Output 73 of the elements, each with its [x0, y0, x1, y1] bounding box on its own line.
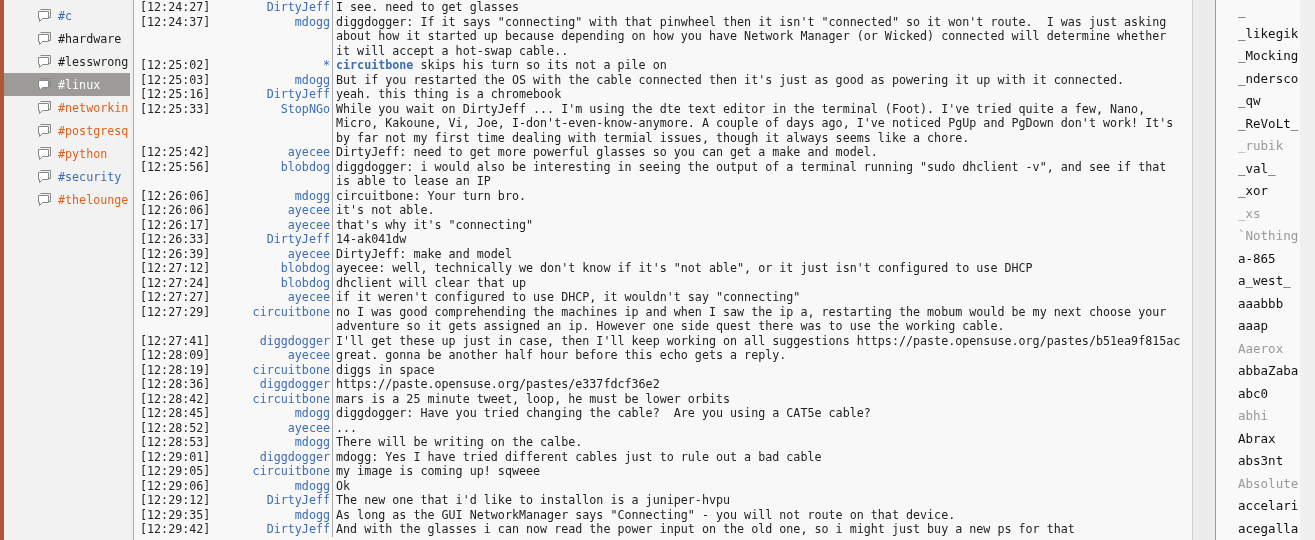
chat-message: 14-ak041dw — [335, 232, 408, 247]
chat-message: my image is coming up! sqweee — [335, 464, 542, 479]
chat-message: I see. need to get glasses — [335, 0, 520, 15]
chat-message: mdogg: Yes I have tried different cables just to rule out a bad cable — [335, 449, 823, 464]
channel-item[interactable]: #hardware — [4, 27, 130, 50]
user-name[interactable]: _ndersco — [1216, 67, 1300, 90]
user-name[interactable]: _likegik — [1216, 22, 1300, 45]
channel-item[interactable]: #python — [4, 142, 130, 165]
chat-bubble-icon — [37, 192, 52, 207]
user-name[interactable]: _val_ — [1216, 157, 1300, 180]
chat-bubble-icon — [37, 54, 52, 69]
chat-message: dhclient will clear that up — [335, 275, 527, 290]
user-name[interactable]: _ — [1216, 0, 1300, 23]
chat-message: DirtyJeff: need to get more powerful glasses so you can get a make and model. — [335, 145, 879, 160]
user-name[interactable]: aaabbb — [1216, 292, 1300, 315]
chat-message: ... — [335, 420, 359, 435]
user-name[interactable]: Absolute — [1216, 472, 1300, 495]
user-name[interactable]: acegalla — [1216, 517, 1300, 540]
channel-item[interactable]: #lesswrong — [4, 50, 130, 73]
user-name[interactable]: abbaZaba — [1216, 360, 1300, 383]
chat-message: mars is a 25 minute tweet, loop, he must be lower orbits — [335, 391, 732, 406]
chat-message: great. gonna be another half hour before this echo gets a reply. — [335, 348, 788, 363]
channel-item[interactable]: #c — [4, 4, 130, 27]
chat-message: diggs in space — [335, 362, 436, 377]
chat-bubble-icon — [37, 8, 52, 23]
chat-message: circuitbone: Your turn bro. — [335, 188, 527, 203]
chat-message: While you wait on DirtyJeff ... I'm using the dte text editor in the terminal (Foot). I've tried quite a few, Nano, Micro, Kakoune, Vi, Joe, I-don't-even-know-anymore. A couple of days ago, I've noticed PgUp and PgDown don't work! It's by far not my first time dealing with termial issues, though it always seems like a chore. — [335, 101, 1175, 145]
channel-item[interactable]: #linux — [4, 73, 130, 96]
user-name[interactable]: Abrax — [1216, 427, 1300, 450]
user-name[interactable]: a_west_ — [1216, 270, 1300, 293]
chat-message: it's not able. — [335, 203, 436, 218]
chat-message: diggdogger: If it says "connecting" with that pinwheel then it isn't "connected" so it won't route. I was just asking about how it started up because depending on how you have Network Manager (or Wicked) connected will determine whether it will accept a hot-swap cable.. — [335, 14, 1168, 58]
user-name[interactable]: _rubik — [1216, 135, 1300, 158]
chat-message: DirtyJeff: make and model — [335, 246, 513, 261]
chat-bubble-icon — [37, 123, 52, 138]
chat-bubble-icon — [37, 31, 52, 46]
user-name[interactable]: abs3nt — [1216, 450, 1300, 473]
user-name[interactable]: abc0 — [1216, 382, 1300, 405]
user-name[interactable]: accelari — [1216, 495, 1300, 518]
chat-message: yeah. this thing is a chromebook — [335, 87, 563, 102]
action-message: circuitbone skips his turn so its not a pile on — [335, 58, 668, 73]
user-name[interactable]: _qw — [1216, 90, 1300, 113]
user-name[interactable]: _xor — [1216, 180, 1300, 203]
chat-bubble-icon — [37, 100, 52, 115]
user-name[interactable]: _ReVoLt_ — [1216, 112, 1300, 135]
chat-message: diggdogger: Have you tried changing the cable? Are you using a CAT5e cable? — [335, 406, 872, 421]
user-name[interactable]: Aaerox — [1216, 337, 1300, 360]
chat-bubble-icon — [37, 169, 52, 184]
chat-message: Ok — [335, 478, 352, 493]
chat-message: There will be writing on the calbe. — [335, 435, 584, 450]
user-name[interactable]: a-865 — [1216, 247, 1300, 270]
chat-bubble-icon — [37, 146, 52, 161]
chat-message: ayecee: well, technically we don't know if it's "not able", or it just isn't configured to use DHCP — [335, 261, 1034, 276]
user-name[interactable]: abhi — [1216, 405, 1300, 428]
user-name[interactable]: `Nothing — [1216, 225, 1300, 248]
chat-bubble-icon — [37, 77, 52, 92]
channel-item[interactable]: #thelounge — [4, 188, 130, 211]
chat-message: But if you restarted the OS with the cable connected then it's just as good as powering it up with it connected. — [335, 72, 1126, 87]
chat-message: https://paste.opensuse.org/pastes/e337fdcf36e2 — [335, 377, 661, 392]
chat-message: The new one that i'd like to installon is a juniper-hvpu — [335, 493, 732, 508]
channel-item[interactable]: #postgresq — [4, 119, 130, 142]
chat-message: And with the glasses i can now read the power input on the old one, so i might just buy a new ps for that — [335, 522, 1076, 537]
channel-item[interactable]: #networkin — [4, 96, 130, 119]
scrollbar[interactable] — [1193, 0, 1215, 540]
chat-message: if it weren't configured to use DHCP, it wouldn't say "connecting" — [335, 290, 802, 305]
user-name[interactable]: aaap — [1216, 315, 1300, 338]
user-name[interactable]: _xs — [1216, 202, 1300, 225]
chat-message: that's why it's "connecting" — [335, 217, 535, 232]
chat-message: As long as the GUI NetworkManager says "Connecting" - you will not route on that device. — [335, 507, 957, 522]
chat-message: no I was good comprehending the machines ip and when I saw the ip a, restarting the mobum would be my next choose your adventure so it gets assigned an ip. However one side quest there was to use the working cable. — [335, 304, 1168, 334]
chat-message: I'll get these up just in case, then I'll keep working on all suggestions https://paste.opensuse.org/pastes/b51ea9f815ac — [335, 333, 1182, 348]
user-name[interactable]: _Mocking — [1216, 45, 1300, 68]
channel-item[interactable]: #security — [4, 165, 130, 188]
